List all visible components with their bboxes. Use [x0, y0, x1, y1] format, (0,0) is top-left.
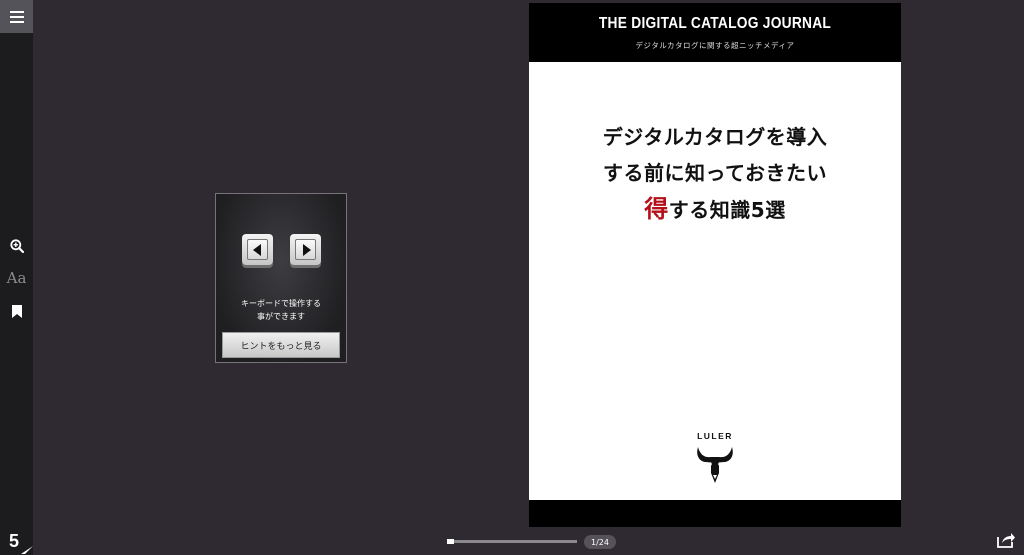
logo-text: LULER — [697, 431, 733, 441]
left-toolbar: Aa 5 — [0, 0, 33, 555]
headline-accent: 得 — [644, 195, 669, 223]
page-progress-slider[interactable] — [447, 539, 577, 544]
hamburger-icon-bar — [9, 20, 24, 23]
brand-logo-mark: 5 — [9, 531, 20, 551]
journal-title: THE DIGITAL CATALOG JOURNAL — [598, 15, 832, 32]
bookmark-icon — [11, 304, 22, 318]
hamburger-icon — [9, 10, 24, 13]
page-progress-handle[interactable] — [447, 539, 454, 544]
keyboard-hint-panel: キーボードで操作する 事ができます ヒントをもっと見る — [215, 193, 347, 363]
page-header: THE DIGITAL CATALOG JOURNAL デジタルカタログに関する… — [529, 3, 901, 62]
headline-line-2: する前に知っておきたい — [603, 161, 827, 185]
brand-tick-icon — [21, 546, 33, 554]
headline-line-3-rest: する知識5選 — [668, 198, 786, 222]
arrow-left-key-icon — [242, 234, 273, 265]
hamburger-menu-button[interactable] — [0, 0, 33, 33]
hint-line-1: キーボードで操作する — [241, 299, 321, 308]
font-size-icon: Aa — [6, 269, 27, 287]
headline-line-3: 得する知識5選 — [529, 191, 901, 228]
triangle-right-icon — [302, 243, 311, 256]
luler-logo: LULER — [691, 431, 739, 489]
triangle-left-icon — [252, 243, 261, 256]
catalog-page[interactable]: THE DIGITAL CATALOG JOURNAL デジタルカタログに関する… — [529, 3, 901, 527]
zoom-in-icon — [9, 239, 24, 253]
arrow-left-key-face — [247, 239, 268, 260]
page-headline: デジタルカタログを導入 する前に知っておきたい 得する知識5選 — [529, 119, 901, 228]
page-counter: 1/24 — [584, 535, 616, 549]
font-size-button[interactable]: Aa — [0, 266, 33, 290]
headline-line-1: デジタルカタログを導入 — [602, 125, 828, 149]
page-footer — [529, 500, 901, 527]
hamburger-icon-bar — [9, 15, 24, 18]
bookmark-button[interactable] — [0, 299, 33, 323]
share-button[interactable] — [996, 531, 1016, 549]
arrow-right-key-icon — [290, 234, 321, 265]
zoom-in-button[interactable] — [0, 234, 33, 258]
hint-message: キーボードで操作する 事ができます — [216, 297, 346, 323]
arrow-right-key-face — [295, 239, 316, 260]
journal-subtitle: デジタルカタログに関する超ニッチメディア — [635, 41, 795, 50]
more-hints-button[interactable]: ヒントをもっと見る — [222, 332, 340, 358]
bull-skull-icon — [697, 447, 733, 483]
hint-line-2: 事ができます — [257, 312, 305, 321]
share-icon — [997, 533, 1015, 548]
